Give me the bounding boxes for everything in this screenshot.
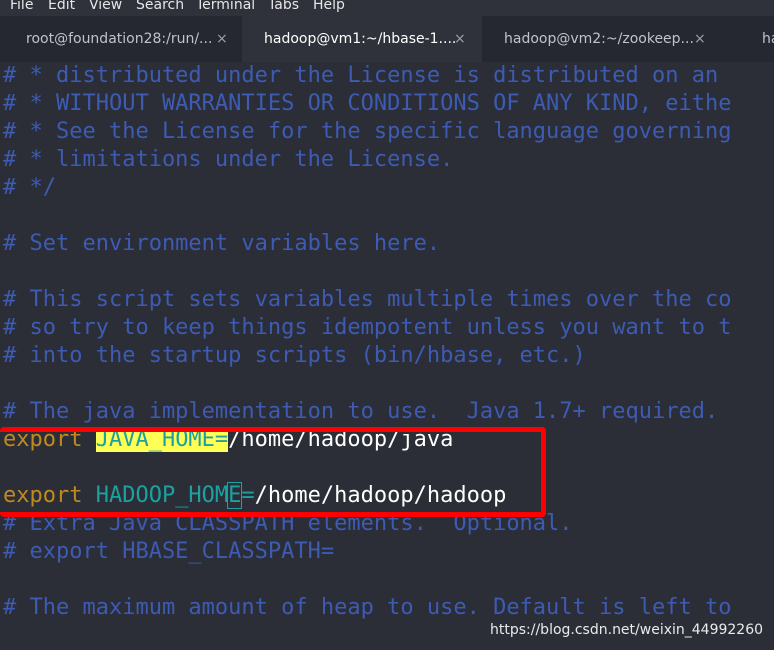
code-line: # Set environment variables here. bbox=[3, 231, 441, 256]
code-line: # * See the License for the specific lan… bbox=[3, 119, 732, 144]
editor-area[interactable]: # * distributed under the License is dis… bbox=[0, 62, 774, 650]
code-line: # */ bbox=[3, 175, 56, 200]
menu-bar: File Edit View Search Terminal Tabs Help bbox=[0, 0, 774, 16]
tab-label: hadoop@vm1:~/hbase-1.... bbox=[264, 31, 457, 47]
code-line: # * WITHOUT WARRANTIES OR CONDITIONS OF … bbox=[3, 91, 732, 116]
tab-root-foundation28[interactable]: root@foundation28:/run/... × bbox=[0, 16, 242, 62]
code-line: # This script sets variables multiple ti… bbox=[3, 287, 732, 312]
close-icon[interactable]: × bbox=[216, 16, 228, 62]
code-line: # * limitations under the License. bbox=[3, 147, 454, 172]
menu-terminal[interactable]: Terminal bbox=[196, 0, 255, 12]
menu-help[interactable]: Help bbox=[313, 0, 345, 12]
menu-tabs[interactable]: Tabs bbox=[268, 0, 299, 12]
code-line: # export HBASE_CLASSPATH= bbox=[3, 539, 335, 564]
tab-label: hadoop@vm2:~/zookeep... bbox=[504, 31, 694, 47]
tab-hadoop-vm1[interactable]: hadoop@vm1:~/hbase-1.... × bbox=[242, 16, 482, 62]
code-line: # so try to keep things idempotent unles… bbox=[3, 315, 732, 340]
menu-view[interactable]: View bbox=[89, 0, 122, 12]
code-line: # The maximum amount of heap to use. Def… bbox=[3, 595, 732, 620]
close-icon[interactable]: × bbox=[694, 16, 706, 62]
close-icon[interactable]: × bbox=[454, 16, 466, 62]
tab-label: root@foundation28:/run/... bbox=[26, 31, 213, 47]
tab-bar: root@foundation28:/run/... × hadoop@vm1:… bbox=[0, 16, 774, 62]
watermark: https://blog.csdn.net/weixin_44992260 bbox=[490, 622, 764, 638]
code-line: # into the startup scripts (bin/hbase, e… bbox=[3, 343, 586, 368]
tab-label: ha bbox=[762, 31, 774, 47]
menu-file[interactable]: File bbox=[10, 0, 33, 12]
annotation-box bbox=[0, 427, 546, 517]
code-line: # The java implementation to use. Java 1… bbox=[3, 399, 719, 424]
tab-hadoop-vm2[interactable]: hadoop@vm2:~/zookeep... × bbox=[482, 16, 722, 62]
tab-partial[interactable]: ha bbox=[740, 16, 774, 62]
code-line: # * distributed under the License is dis… bbox=[3, 63, 719, 88]
menu-search[interactable]: Search bbox=[136, 0, 184, 12]
menu-edit[interactable]: Edit bbox=[48, 0, 75, 12]
